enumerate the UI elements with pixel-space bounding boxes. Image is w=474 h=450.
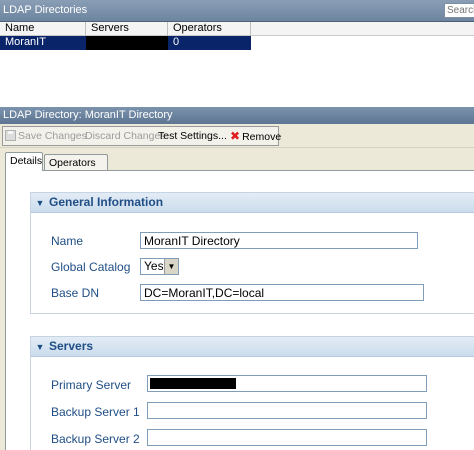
- tab-details[interactable]: Details: [5, 152, 43, 171]
- save-changes-button[interactable]: Save Changes: [5, 128, 87, 145]
- global-catalog-value: Yes: [144, 259, 164, 273]
- base-dn-field[interactable]: [140, 284, 424, 301]
- test-settings-button[interactable]: Test Settings...: [158, 128, 227, 145]
- backup-server-2-field[interactable]: [147, 429, 427, 446]
- primary-server-redacted: [150, 378, 236, 389]
- tab-operators[interactable]: Operators (0): [44, 154, 108, 185]
- column-header-name[interactable]: Name: [0, 22, 86, 36]
- global-catalog-label: Global Catalog: [51, 260, 131, 274]
- backup-server-2-label: Backup Server 2: [51, 432, 140, 446]
- chevron-down-icon[interactable]: ▼: [164, 259, 178, 274]
- remove-x-icon: ✖: [230, 129, 241, 143]
- list-title: LDAP Directories: [3, 4, 88, 16]
- global-catalog-select[interactable]: Yes ▼: [140, 258, 179, 275]
- servers-title: Servers: [49, 339, 94, 353]
- collapse-arrow-icon: ▼: [35, 342, 45, 352]
- backup-server-1-field[interactable]: [147, 402, 427, 419]
- column-header-operators[interactable]: Operators: [168, 22, 251, 36]
- save-icon: [5, 130, 16, 141]
- list-row-moranit-directory[interactable]: MoranIT Directory 0: [0, 36, 251, 61]
- search-input[interactable]: [444, 3, 474, 18]
- name-label: Name: [51, 234, 84, 248]
- save-changes-label: Save Changes: [18, 130, 87, 142]
- list-cell-name: MoranIT Directory: [5, 36, 50, 61]
- base-dn-label: Base DN: [51, 286, 100, 300]
- collapse-arrow-icon: ▼: [35, 198, 45, 208]
- general-information-header[interactable]: ▼ General Information: [31, 193, 474, 213]
- name-field[interactable]: [140, 232, 418, 249]
- backup-server-1-label: Backup Server 1: [51, 405, 140, 419]
- list-cell-operators: 0: [173, 36, 180, 48]
- toolbar: Save Changes Discard Changes Test Settin…: [0, 124, 474, 148]
- list-header: Name Servers Operators: [0, 22, 474, 36]
- remove-label: Remove: [242, 131, 282, 143]
- remove-button[interactable]: ✖ Remove: [230, 128, 281, 145]
- servers-header[interactable]: ▼ Servers: [31, 337, 474, 357]
- primary-server-field[interactable]: [147, 375, 427, 392]
- primary-server-label: Primary Server: [51, 378, 132, 392]
- discard-changes-button[interactable]: Discard Changes: [85, 128, 166, 145]
- detail-title: LDAP Directory: MoranIT Directory: [0, 107, 474, 124]
- list-titlebar: LDAP Directories: [0, 0, 474, 22]
- list-cell-servers-redacted: [86, 36, 168, 50]
- column-header-servers[interactable]: Servers: [86, 22, 168, 36]
- general-information-title: General Information: [49, 195, 164, 209]
- toolbar-strip: Save Changes Discard Changes Test Settin…: [2, 126, 281, 146]
